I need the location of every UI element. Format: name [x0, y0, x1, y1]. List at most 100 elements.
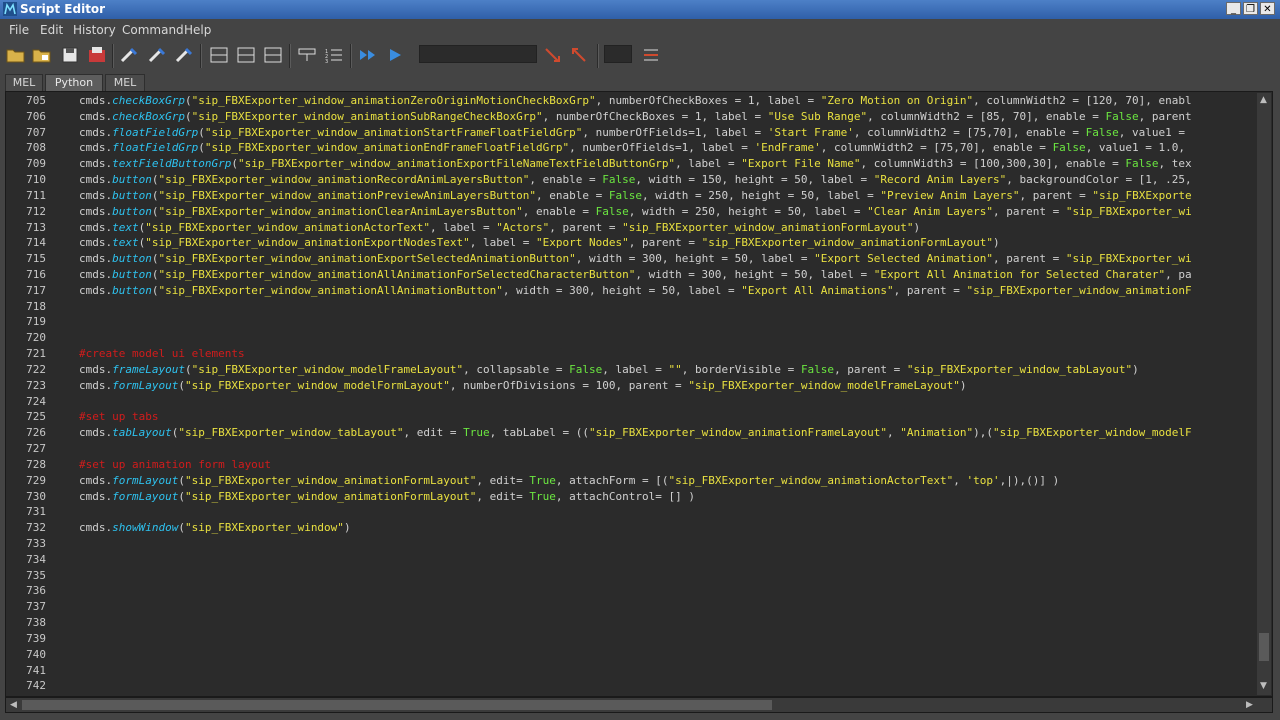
line-number: 705 — [26, 94, 46, 107]
menu-help[interactable]: Help — [184, 23, 211, 37]
code-token: formLayout — [112, 473, 179, 487]
code-line[interactable]: cmds.showWindow("sip_FBXExporter_window"… — [79, 521, 1254, 534]
clear-history-icon[interactable] — [118, 45, 140, 65]
open-folder-icon[interactable] — [5, 45, 27, 65]
horizontal-scroll-thumb[interactable] — [22, 700, 772, 710]
code-token: cmds. — [79, 362, 113, 376]
line-number: 736 — [26, 584, 46, 598]
scroll-down-icon[interactable]: ▼ — [1260, 681, 1267, 691]
toolbar-separator — [200, 44, 202, 68]
code-line[interactable]: #create model ui elements — [79, 347, 1254, 360]
scroll-left-icon[interactable]: ◀ — [10, 700, 17, 710]
code-line[interactable]: cmds.tabLayout("sip_FBXExporter_window_t… — [79, 426, 1254, 439]
code-editor[interactable]: 705 706 707 708 709 710 711 712 713 714 715 716 717 7… — [5, 91, 1273, 697]
code-token: , width = 300, height = 50, label = — [575, 252, 815, 266]
line-numbers-icon[interactable]: 123 — [323, 45, 345, 65]
code-token: , columnWidth3 = [100,300,30], enable = — [860, 157, 1126, 171]
code-line[interactable]: cmds.button("sip_FBXExporter_window_anim… — [79, 284, 1254, 297]
save-script-to-shelf-icon[interactable] — [86, 45, 108, 65]
menu-history[interactable]: History — [73, 23, 116, 37]
execute-all-icon[interactable] — [357, 45, 379, 65]
code-token: False — [1105, 109, 1139, 123]
code-line[interactable]: cmds.formLayout("sip_FBXExporter_window_… — [79, 490, 1254, 503]
line-number: 720 — [26, 331, 46, 345]
code-token: "sip_FBXExporter_window_animationStartFr… — [204, 125, 583, 139]
code-token: text — [112, 236, 139, 250]
minimize-button[interactable]: _ — [1226, 2, 1241, 15]
code-line[interactable]: cmds.checkBoxGrp("sip_FBXExporter_window… — [79, 110, 1254, 123]
open-script-icon[interactable] — [31, 45, 53, 65]
line-number: 718 — [26, 299, 46, 313]
code-line[interactable]: #set up tabs — [79, 410, 1254, 423]
code-token: , borderVisible = — [681, 362, 801, 376]
line-number: 726 — [26, 426, 46, 440]
code-line[interactable]: cmds.button("sip_FBXExporter_window_anim… — [79, 268, 1254, 281]
show-input-icon[interactable] — [235, 45, 257, 65]
line-number: 729 — [26, 473, 46, 487]
code-token: cmds. — [79, 252, 113, 266]
code-token: "sip_FBXExporter_window_modelF — [992, 426, 1192, 440]
goto-line-icon[interactable] — [640, 45, 662, 65]
code-token: ( — [151, 283, 159, 297]
code-token: "sip_FBXExporter_window_animationFrameLa… — [588, 426, 887, 440]
clear-all-icon[interactable] — [173, 45, 195, 65]
line-number: 725 — [26, 410, 46, 424]
tab-mel[interactable]: MEL — [5, 74, 43, 91]
menu-file[interactable]: File — [9, 23, 29, 37]
code-token: , columnWidth2 = [75,70], enable = — [853, 125, 1086, 139]
svg-text:3: 3 — [325, 59, 328, 65]
line-number: 716 — [26, 268, 46, 282]
code-token: ) — [1132, 362, 1139, 376]
code-line[interactable]: cmds.button("sip_FBXExporter_window_anim… — [79, 252, 1254, 265]
code-token: "sip_FBXExporter_window_animationActorTe… — [145, 220, 431, 234]
code-token: textFieldButtonGrp — [112, 157, 232, 171]
code-line[interactable]: cmds.textFieldButtonGrp("sip_FBXExporter… — [79, 157, 1254, 170]
scroll-right-icon[interactable]: ▶ — [1246, 700, 1253, 710]
maximize-button[interactable]: ❐ — [1243, 2, 1258, 15]
code-line[interactable]: cmds.floatFieldGrp("sip_FBXExporter_wind… — [79, 126, 1254, 139]
tab-mel-2[interactable]: MEL — [105, 74, 145, 91]
code-token: "sip_FBXExporter_window_animationActorTe… — [668, 473, 954, 487]
menu-command[interactable]: Command — [122, 23, 184, 37]
search-down-icon[interactable] — [542, 45, 564, 65]
code-token: button — [112, 268, 152, 282]
scroll-up-icon[interactable]: ▲ — [1260, 95, 1267, 105]
goto-line-field[interactable] — [604, 45, 632, 63]
echo-all-commands-icon[interactable] — [296, 45, 318, 65]
code-token: , parent = — [1019, 188, 1093, 202]
close-button[interactable]: ✕ — [1260, 2, 1275, 15]
code-line[interactable]: cmds.text("sip_FBXExporter_window_animat… — [79, 236, 1254, 249]
code-line[interactable]: cmds.checkBoxGrp("sip_FBXExporter_window… — [79, 94, 1254, 107]
vertical-scrollbar[interactable]: ▲ ▼ — [1257, 93, 1271, 695]
line-number: 742 — [26, 679, 46, 693]
code-token: , pa — [1165, 268, 1192, 282]
code-token: , label = — [675, 157, 742, 171]
execute-icon[interactable] — [384, 45, 406, 65]
code-token: , edit = — [403, 426, 464, 440]
clear-input-icon[interactable] — [146, 45, 168, 65]
menu-edit[interactable]: Edit — [40, 23, 63, 37]
code-line[interactable]: cmds.floatFieldGrp("sip_FBXExporter_wind… — [79, 141, 1254, 154]
save-icon[interactable] — [59, 45, 81, 65]
code-line[interactable]: cmds.frameLayout("sip_FBXExporter_window… — [79, 363, 1254, 376]
vertical-scroll-thumb[interactable] — [1259, 633, 1269, 661]
code-token: #create model ui elements — [79, 347, 245, 361]
code-token: tabLayout — [112, 426, 172, 440]
code-line[interactable]: cmds.button("sip_FBXExporter_window_anim… — [79, 189, 1254, 202]
code-line[interactable]: cmds.button("sip_FBXExporter_window_anim… — [79, 173, 1254, 186]
tab-python[interactable]: Python — [45, 74, 103, 91]
code-token: "Animation" — [900, 426, 974, 440]
code-token: , label = — [430, 220, 497, 234]
code-line[interactable]: #set up animation form layout — [79, 458, 1254, 471]
line-number: 741 — [26, 663, 46, 677]
horizontal-scrollbar[interactable]: ◀ ▶ — [5, 697, 1273, 713]
search-field[interactable] — [419, 45, 537, 63]
code-line[interactable]: cmds.formLayout("sip_FBXExporter_window_… — [79, 474, 1254, 487]
show-both-icon[interactable] — [262, 45, 284, 65]
search-up-icon[interactable] — [569, 45, 591, 65]
code-token: "sip_FBXExporter_window_animationExportS… — [158, 252, 576, 266]
code-line[interactable]: cmds.formLayout("sip_FBXExporter_window_… — [79, 379, 1254, 392]
code-line[interactable]: cmds.button("sip_FBXExporter_window_anim… — [79, 205, 1254, 218]
show-history-icon[interactable] — [208, 45, 230, 65]
code-line[interactable]: cmds.text("sip_FBXExporter_window_animat… — [79, 221, 1254, 234]
